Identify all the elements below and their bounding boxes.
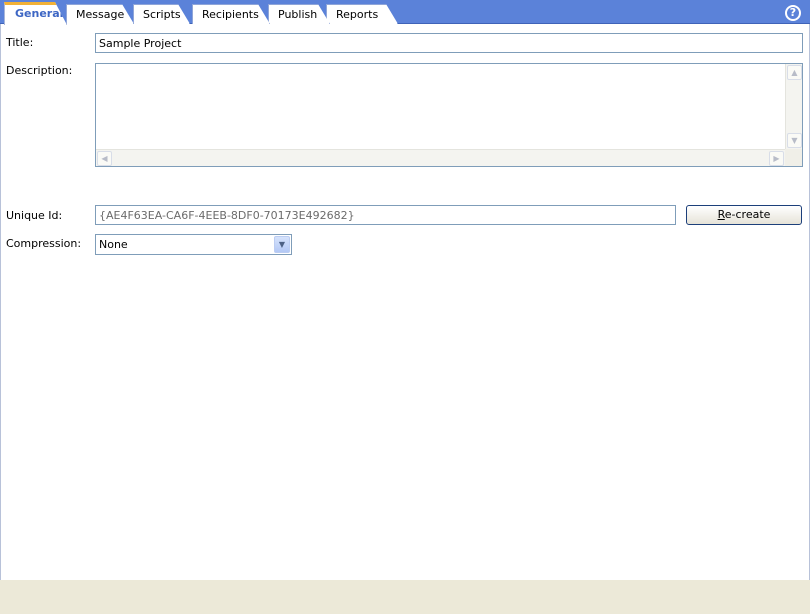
tab-reports[interactable]: Reports	[326, 4, 398, 24]
tab-message[interactable]: Message	[66, 4, 134, 24]
tab-general[interactable]: General	[4, 2, 67, 25]
title-label: Title:	[6, 36, 34, 49]
horizontal-scrollbar[interactable]: ◀ ▶	[96, 149, 785, 166]
scrollbar-corner	[785, 149, 802, 166]
scroll-right-icon[interactable]: ▶	[769, 151, 784, 166]
help-icon[interactable]: ?	[785, 5, 801, 21]
description-textarea[interactable]: ▲ ▼ ◀ ▶	[95, 63, 803, 167]
vertical-scrollbar[interactable]: ▲ ▼	[785, 64, 802, 149]
tab-label: Scripts	[143, 8, 181, 21]
tab-label: General	[15, 7, 64, 20]
scroll-up-icon[interactable]: ▲	[787, 65, 802, 80]
compression-value: None	[99, 238, 128, 251]
tab-bar: General Message Scripts Recipients Publi…	[0, 0, 810, 24]
tab-label: Publish	[278, 8, 318, 21]
scroll-left-icon[interactable]: ◀	[97, 151, 112, 166]
compression-select[interactable]: None ▼	[95, 234, 292, 255]
compression-label: Compression:	[6, 237, 82, 250]
tab-scripts[interactable]: Scripts	[133, 4, 190, 24]
tab-recipients[interactable]: Recipients	[192, 4, 270, 24]
title-input[interactable]	[95, 33, 803, 53]
scroll-down-icon[interactable]: ▼	[787, 133, 802, 148]
tab-label: Message	[76, 8, 125, 21]
description-label: Description:	[6, 64, 73, 77]
unique-id-input[interactable]	[95, 205, 676, 225]
tab-publish[interactable]: Publish	[268, 4, 330, 24]
chevron-down-icon[interactable]: ▼	[274, 236, 290, 253]
status-bar	[0, 580, 810, 614]
recreate-button[interactable]: Re-create	[686, 205, 802, 225]
tab-label: Reports	[336, 8, 379, 21]
recreate-label: e-create	[724, 208, 771, 221]
recreate-mnemonic: R	[717, 208, 725, 221]
unique-id-label: Unique Id:	[6, 209, 63, 222]
tab-label: Recipients	[202, 8, 259, 21]
